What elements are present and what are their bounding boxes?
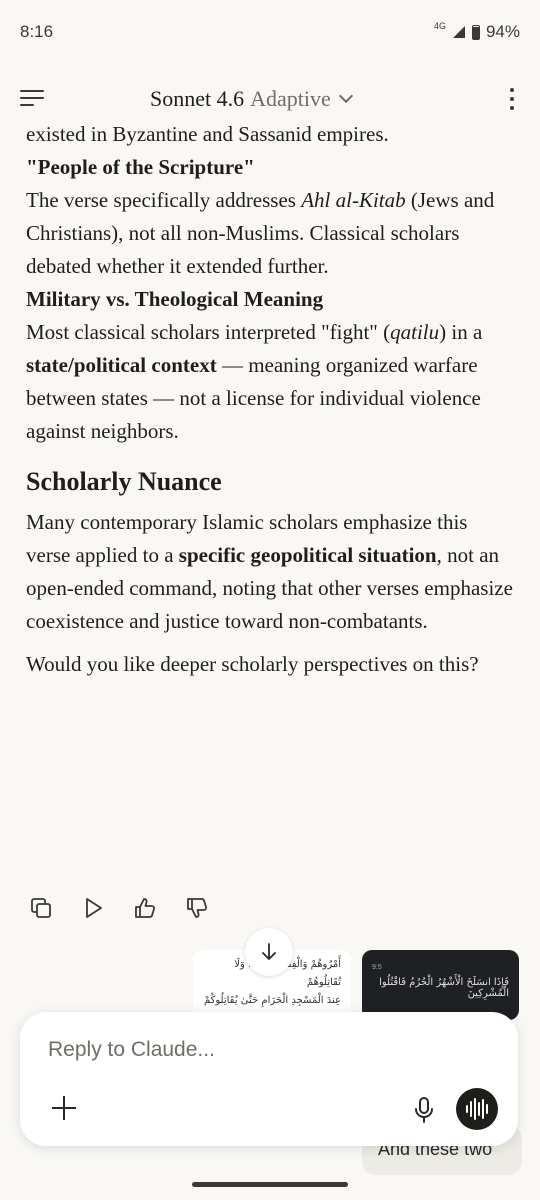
model-selector[interactable]: Sonnet 4.6 Adaptive [150, 86, 353, 112]
arrow-down-icon [262, 943, 276, 960]
copy-icon[interactable] [28, 895, 54, 921]
microphone-icon[interactable] [413, 1096, 435, 1124]
message-actions [28, 895, 210, 921]
message-text: ) in a [439, 320, 483, 344]
composer: Reply to Claude... [20, 1012, 518, 1146]
assistant-message: existed in Byzantine and Sassanid empire… [26, 118, 516, 681]
more-options-icon[interactable] [510, 88, 514, 115]
message-paragraph: Military vs. Theological Meaning Most cl… [26, 283, 516, 448]
model-mode: Adaptive [250, 86, 331, 111]
status-bar: 8:16 4G 94% [0, 0, 540, 64]
message-text: The verse specifically addresses [26, 188, 302, 212]
signal-icon [452, 26, 465, 38]
reply-input[interactable]: Reply to Claude... [48, 1038, 215, 1062]
message-text: Most classical scholars interpreted "fig… [26, 320, 391, 344]
message-paragraph: Would you like deeper scholarly perspect… [26, 652, 479, 676]
menu-icon[interactable] [20, 90, 44, 108]
status-icons: 4G 94% [433, 21, 520, 42]
message-bold: state/political context [26, 353, 217, 377]
section-heading: "People of the Scripture" [26, 155, 255, 179]
thumbnail-text: 9:5 [372, 964, 382, 971]
section-heading: Military vs. Theological Meaning [26, 287, 324, 311]
thumbs-down-icon[interactable] [184, 895, 210, 921]
section-title: Scholarly Nuance [26, 467, 222, 496]
model-name: Sonnet 4.6 [150, 86, 245, 111]
message-paragraph: "People of the Scripture" The verse spec… [26, 151, 516, 283]
battery-icon [471, 24, 480, 40]
battery-level: 94% [485, 22, 520, 41]
scroll-to-bottom-button[interactable] [245, 928, 293, 976]
voice-mode-button[interactable] [456, 1088, 498, 1130]
message-text: existed in Byzantine and Sassanid empire… [26, 122, 389, 146]
thumbnail-text: فَإِذَا انسَلَخَ الْأَشْهُرُ الْحُرُمُ ف… [379, 977, 509, 999]
attachment-thumbnail[interactable]: 9:5 فَإِذَا انسَلَخَ الْأَشْهُرُ الْحُرُ… [362, 950, 519, 1020]
home-indicator [192, 1182, 348, 1187]
status-time: 8:16 [20, 22, 54, 41]
play-icon[interactable] [80, 895, 106, 921]
message-paragraph: Many contemporary Islamic scholars empha… [26, 506, 516, 638]
message-emphasis: qatilu [390, 320, 440, 344]
message-bold: specific geopolitical situation [178, 543, 437, 567]
network-label: 4G [433, 21, 446, 31]
chevron-down-icon [338, 88, 353, 104]
message-emphasis: Ahl al-Kitab [301, 188, 406, 212]
thumbs-up-icon[interactable] [132, 895, 158, 921]
add-attachment-icon[interactable] [52, 1096, 76, 1120]
